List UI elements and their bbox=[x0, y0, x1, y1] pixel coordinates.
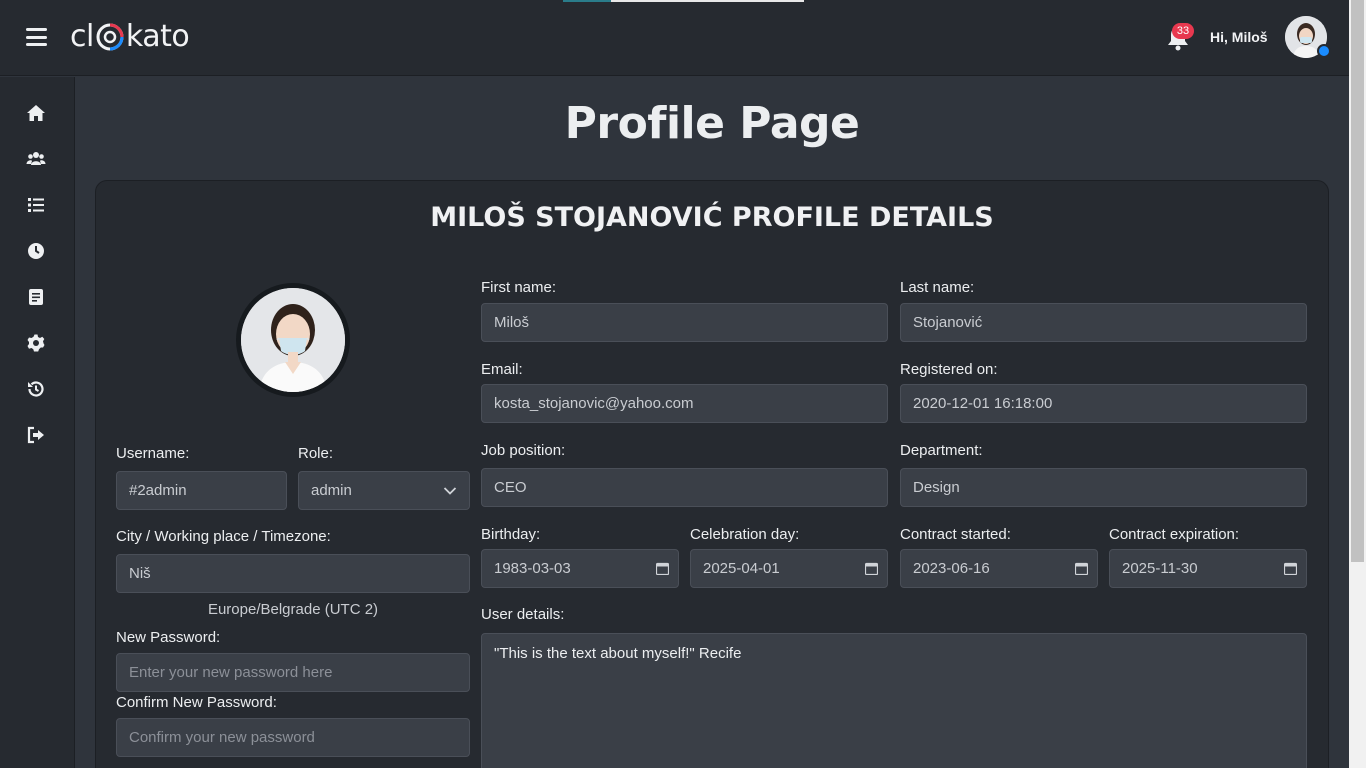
calendar-icon[interactable] bbox=[865, 562, 878, 575]
user-greeting: Hi, Miloš bbox=[1210, 29, 1268, 45]
chevron-down-icon bbox=[443, 487, 457, 495]
user-details-textarea[interactable]: "This is the text about myself!" Recife bbox=[481, 633, 1307, 768]
confirm-password-field[interactable]: Confirm your new password bbox=[116, 718, 470, 757]
birthday-label: Birthday: bbox=[481, 526, 541, 543]
last-name-field[interactable]: Stojanović bbox=[900, 303, 1307, 342]
email-field[interactable]: kosta_stojanovic@yahoo.com bbox=[481, 384, 888, 423]
scrollbar-thumb[interactable] bbox=[1351, 0, 1364, 562]
username-field[interactable]: #2admin bbox=[116, 471, 287, 510]
birthday-field[interactable]: 1983-03-03 bbox=[481, 549, 679, 588]
calendar-icon[interactable] bbox=[656, 562, 669, 575]
birthday-value: 1983-03-03 bbox=[494, 560, 571, 577]
profile-picture[interactable] bbox=[236, 283, 350, 397]
department-label: Department: bbox=[900, 442, 983, 459]
logo-text-left: cl bbox=[70, 18, 94, 54]
timezone-text: Europe/Belgrade (UTC 2) bbox=[207, 601, 379, 618]
contract-expiration-value: 2025-11-30 bbox=[1122, 560, 1198, 577]
department-field[interactable]: Design bbox=[900, 468, 1307, 507]
city-label: City / Working place / Timezone: bbox=[116, 528, 331, 545]
logo-text-right: kato bbox=[125, 18, 190, 54]
home-icon[interactable] bbox=[26, 103, 46, 123]
sidebar bbox=[0, 77, 75, 768]
celebration-label: Celebration day: bbox=[690, 526, 800, 543]
city-field[interactable]: Niš bbox=[116, 554, 470, 593]
app-logo[interactable]: cl kato bbox=[70, 16, 190, 56]
last-name-label: Last name: bbox=[900, 279, 975, 296]
contract-expiration-label: Contract expiration: bbox=[1109, 526, 1240, 543]
profile-portrait-icon bbox=[241, 288, 345, 392]
contract-started-label: Contract started: bbox=[900, 526, 1011, 543]
role-label: Role: bbox=[298, 445, 334, 462]
notification-badge: 33 bbox=[1172, 23, 1194, 39]
confirm-password-label: Confirm New Password: bbox=[116, 694, 277, 711]
clock-icon[interactable] bbox=[26, 241, 46, 261]
page-title: Profile Page bbox=[564, 98, 860, 149]
gear-icon[interactable] bbox=[26, 333, 46, 353]
contract-started-value: 2023-06-16 bbox=[913, 560, 990, 577]
menu-toggle-icon[interactable] bbox=[26, 28, 47, 46]
calendar-icon[interactable] bbox=[1075, 562, 1088, 575]
document-icon[interactable] bbox=[26, 287, 46, 307]
history-icon[interactable] bbox=[26, 379, 46, 399]
online-status-dot bbox=[1317, 44, 1331, 58]
new-password-field[interactable]: Enter your new password here bbox=[116, 653, 470, 692]
calendar-icon[interactable] bbox=[1284, 562, 1297, 575]
top-bar bbox=[0, 0, 1349, 76]
role-select[interactable]: admin bbox=[298, 471, 470, 510]
job-position-label: Job position: bbox=[481, 442, 566, 459]
job-position-field[interactable]: CEO bbox=[481, 468, 888, 507]
logout-icon[interactable] bbox=[26, 425, 46, 445]
registered-field[interactable]: 2020-12-01 16:18:00 bbox=[900, 384, 1307, 423]
first-name-field[interactable]: Miloš bbox=[481, 303, 888, 342]
list-icon[interactable] bbox=[26, 195, 46, 215]
loading-strip bbox=[563, 0, 804, 2]
profile-card-title: MILOŠ STOJANOVIĆ PROFILE DETAILS bbox=[430, 202, 994, 233]
contract-started-field[interactable]: 2023-06-16 bbox=[900, 549, 1098, 588]
celebration-value: 2025-04-01 bbox=[703, 560, 780, 577]
username-label: Username: bbox=[116, 445, 190, 462]
logo-clock-icon bbox=[96, 23, 124, 51]
registered-label: Registered on: bbox=[900, 361, 998, 378]
role-select-value: admin bbox=[311, 482, 352, 499]
celebration-field[interactable]: 2025-04-01 bbox=[690, 549, 888, 588]
first-name-label: First name: bbox=[481, 279, 557, 296]
user-details-label: User details: bbox=[481, 606, 565, 623]
users-icon[interactable] bbox=[26, 149, 46, 169]
new-password-label: New Password: bbox=[116, 629, 221, 646]
email-label: Email: bbox=[481, 361, 523, 378]
contract-expiration-field[interactable]: 2025-11-30 bbox=[1109, 549, 1307, 588]
